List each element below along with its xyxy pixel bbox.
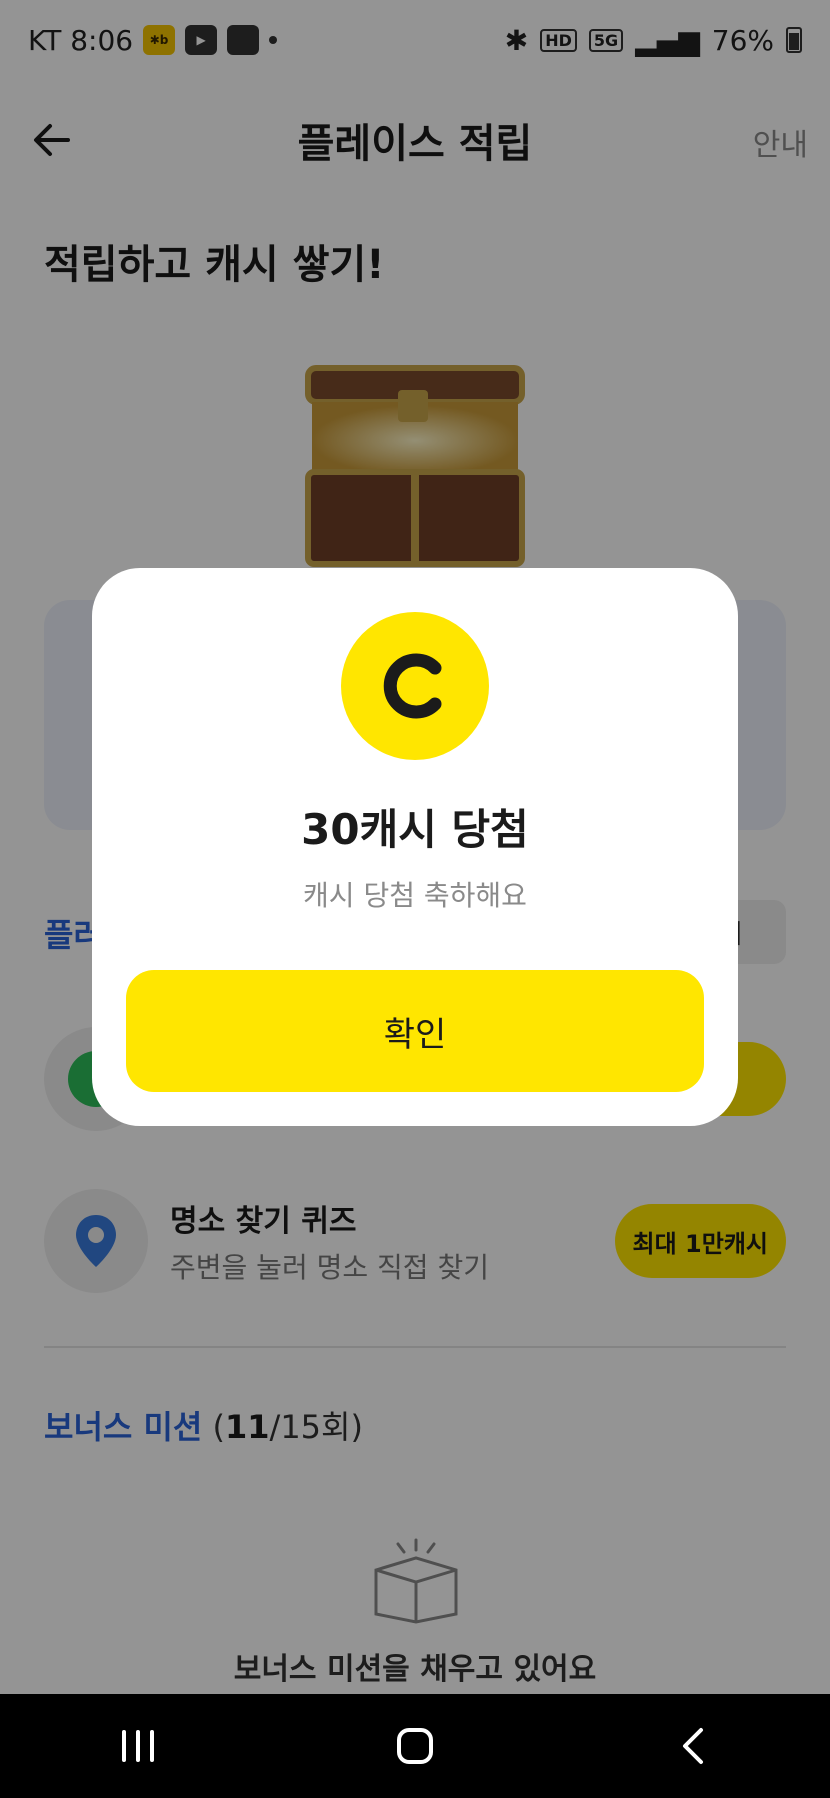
home-button[interactable] [375,1716,455,1776]
reward-modal: 30캐시 당첨 캐시 당첨 축하해요 확인 [92,568,738,1126]
recent-apps-button[interactable] [98,1716,178,1776]
recent-apps-icon [122,1730,155,1762]
nav-back-button[interactable] [652,1716,732,1776]
nav-back-icon [682,1728,703,1764]
confirm-button[interactable]: 확인 [126,970,704,1092]
cash-coin-icon [341,612,489,760]
modal-subtitle: 캐시 당첨 축하해요 [303,879,527,912]
system-nav-bar [0,1694,830,1798]
coin-letter-icon [383,653,442,719]
modal-title: 30캐시 당첨 [301,805,529,854]
home-icon [396,1728,433,1764]
